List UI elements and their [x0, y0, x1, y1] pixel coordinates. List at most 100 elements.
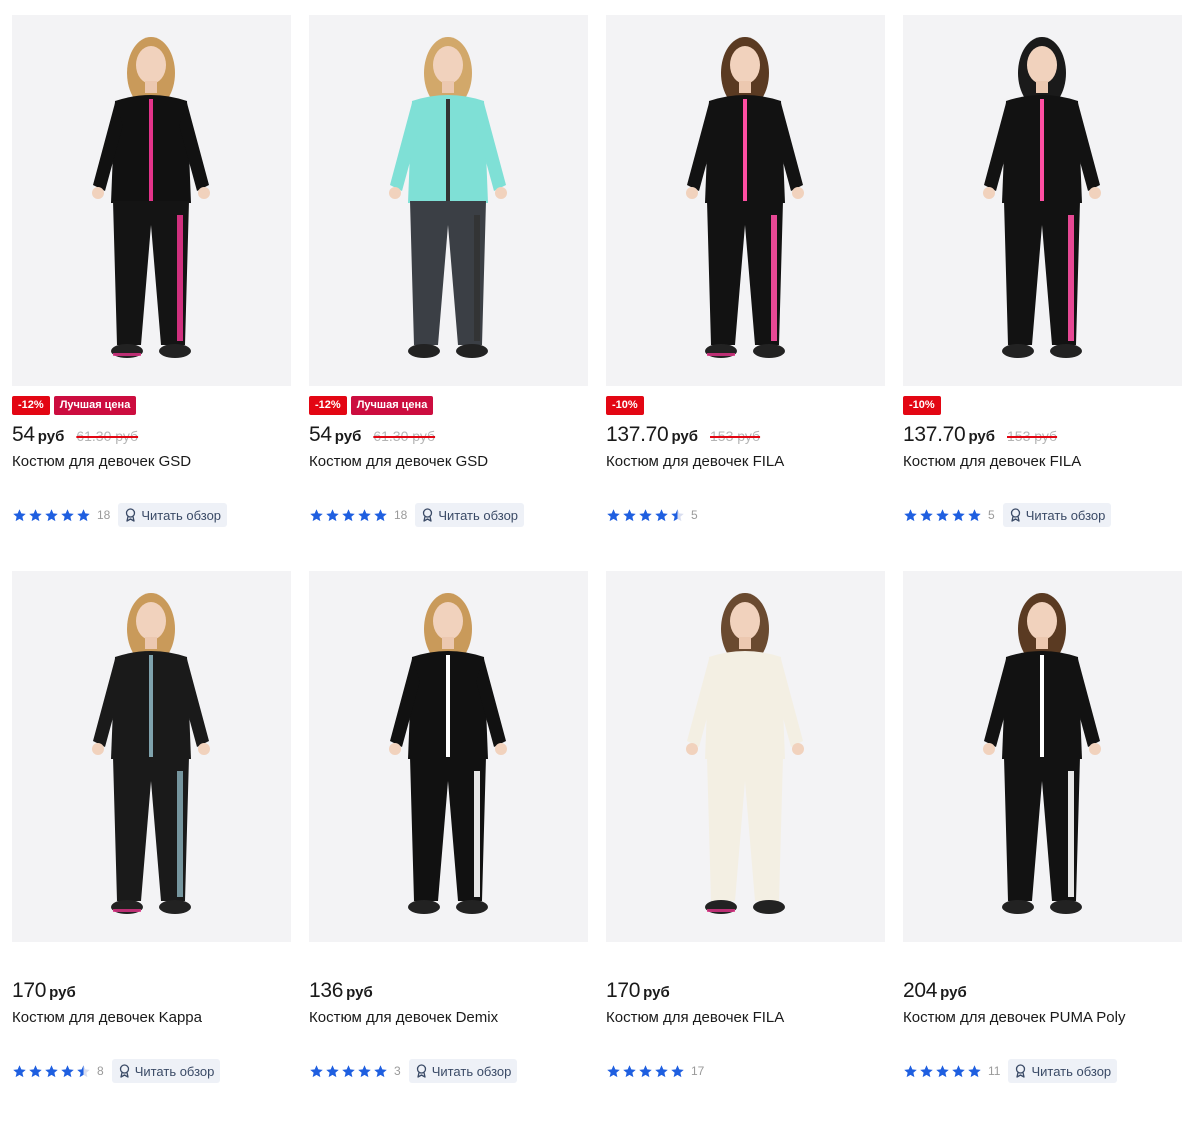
product-image[interactable]: [12, 15, 291, 386]
rating-star-icon: [904, 508, 917, 521]
rating-star-icon: [342, 508, 355, 521]
product-card[interactable]: -12% Лучшая цена 54 руб 61.30 руб Костюм для …: [309, 15, 588, 571]
rating-star-icon: [13, 1064, 26, 1077]
rating-row: 5 Читать обзор: [903, 503, 1112, 527]
price: 136: [309, 979, 344, 1002]
rating-stars: [309, 1064, 388, 1079]
rating-star-icon: [29, 508, 42, 521]
product-image[interactable]: [606, 15, 885, 386]
read-review-button[interactable]: Читать обзор: [1002, 503, 1112, 527]
rating-star-icon: [61, 1064, 74, 1077]
badge-row: -12% Лучшая цена: [12, 396, 137, 415]
review-count: 3: [394, 1064, 401, 1078]
product-title[interactable]: Костюм для девочек PUMA Poly: [903, 1009, 1125, 1026]
award-icon: [423, 508, 433, 522]
review-count: 18: [97, 508, 111, 522]
rating-star-icon: [29, 1064, 42, 1077]
product-grid: -12% Лучшая цена 54 руб 61.30 руб Костюм для …: [12, 15, 1182, 1127]
price-row: 170 руб: [12, 979, 76, 1003]
product-card[interactable]: -12% Лучшая цена 54 руб 61.30 руб Костюм для …: [12, 15, 291, 571]
rating-star-icon: [45, 1064, 58, 1077]
price-row: 137.70 руб 153 руб: [606, 423, 760, 447]
currency: руб: [49, 984, 76, 1001]
product-image[interactable]: [606, 571, 885, 942]
rating-star-icon: [639, 508, 652, 521]
rating-star-icon: [607, 1064, 620, 1077]
rating-star-icon: [639, 1064, 652, 1077]
product-title[interactable]: Костюм для девочек FILA: [606, 1009, 784, 1026]
currency: руб: [940, 984, 967, 1001]
price: 54: [12, 423, 35, 446]
rating-star-icon: [607, 508, 620, 521]
read-review-label: Читать обзор: [1031, 1063, 1112, 1079]
rating-stars: [903, 508, 982, 523]
rating-star-icon: [342, 1064, 355, 1077]
rating-star-icon: [310, 508, 323, 521]
read-review-label: Читать обзор: [134, 1063, 215, 1079]
rating-row: 18 Читать обзор: [12, 503, 228, 527]
currency: руб: [643, 984, 670, 1001]
best-price-badge: Лучшая цена: [53, 396, 137, 415]
product-card[interactable]: -10% 137.70 руб 153 руб Костюм для девочек F…: [903, 15, 1182, 571]
currency: руб: [671, 428, 699, 445]
product-image[interactable]: [309, 15, 588, 386]
product-card[interactable]: -10% 137.70 руб 153 руб Костюм для девочек F…: [606, 15, 885, 571]
read-review-label: Читать обзор: [1025, 507, 1106, 523]
price-row: 54 руб 61.30 руб: [309, 423, 435, 447]
award-icon: [1016, 1064, 1026, 1078]
rating-star-icon: [358, 1064, 371, 1077]
product-title[interactable]: Костюм для девочек GSD: [12, 453, 191, 470]
read-review-button[interactable]: Читать обзор: [408, 1059, 518, 1083]
old-price: 61.30 руб: [373, 428, 436, 444]
rating-row: 11 Читать обзор: [903, 1059, 1118, 1083]
rating-star-icon: [61, 508, 74, 521]
rating-star-icon: [326, 508, 339, 521]
product-title[interactable]: Костюм для девочек GSD: [309, 453, 488, 470]
award-icon: [1010, 508, 1020, 522]
discount-badge: -12%: [12, 396, 50, 415]
rating-row: 3 Читать обзор: [309, 1059, 518, 1083]
product-title[interactable]: Костюм для девочек Kappa: [12, 1009, 202, 1026]
price: 170: [12, 979, 47, 1002]
read-review-button[interactable]: Читать обзор: [118, 503, 228, 527]
rating-star-icon: [310, 1064, 323, 1077]
discount-badge: -12%: [309, 396, 347, 415]
review-count: 5: [988, 508, 995, 522]
product-image[interactable]: [903, 571, 1182, 942]
currency: руб: [346, 984, 373, 1001]
read-review-button[interactable]: Читать обзор: [111, 1059, 221, 1083]
rating-star-icon: [671, 508, 684, 521]
old-price: 61.30 руб: [76, 428, 139, 444]
rating-star-icon: [936, 1064, 949, 1077]
currency: руб: [334, 428, 362, 445]
rating-star-icon: [374, 508, 387, 521]
award-icon: [416, 1064, 426, 1078]
price-row: 54 руб 61.30 руб: [12, 423, 138, 447]
product-title[interactable]: Костюм для девочек Demix: [309, 1009, 498, 1026]
best-price-badge: Лучшая цена: [350, 396, 434, 415]
price: 204: [903, 979, 938, 1002]
product-image[interactable]: [12, 571, 291, 942]
old-price: 153 руб: [1007, 428, 1058, 444]
product-title[interactable]: Костюм для девочек FILA: [903, 453, 1081, 470]
price: 137.70: [903, 423, 966, 446]
rating-star-icon: [968, 1064, 981, 1077]
product-image[interactable]: [903, 15, 1182, 386]
rating-star-icon: [920, 508, 933, 521]
rating-star-icon: [671, 1064, 684, 1077]
rating-row: 5: [606, 503, 698, 527]
rating-star-icon: [374, 1064, 387, 1077]
review-count: 5: [691, 508, 698, 522]
read-review-button[interactable]: Читать обзор: [1008, 1059, 1118, 1083]
product-title[interactable]: Костюм для девочек FILA: [606, 453, 784, 470]
product-card[interactable]: 170 руб Костюм для девочек FILA 17: [606, 571, 885, 1127]
product-card[interactable]: 136 руб Костюм для девочек Demix 3 Читать об…: [309, 571, 588, 1127]
price: 137.70: [606, 423, 669, 446]
rating-star-icon: [623, 1064, 636, 1077]
read-review-button[interactable]: Читать обзор: [415, 503, 525, 527]
currency: руб: [968, 428, 996, 445]
product-image[interactable]: [309, 571, 588, 942]
product-card[interactable]: 204 руб Костюм для девочек PUMA Poly 11 Чита…: [903, 571, 1182, 1127]
currency: руб: [37, 428, 65, 445]
product-card[interactable]: 170 руб Костюм для девочек Kappa 8 Читать об…: [12, 571, 291, 1127]
